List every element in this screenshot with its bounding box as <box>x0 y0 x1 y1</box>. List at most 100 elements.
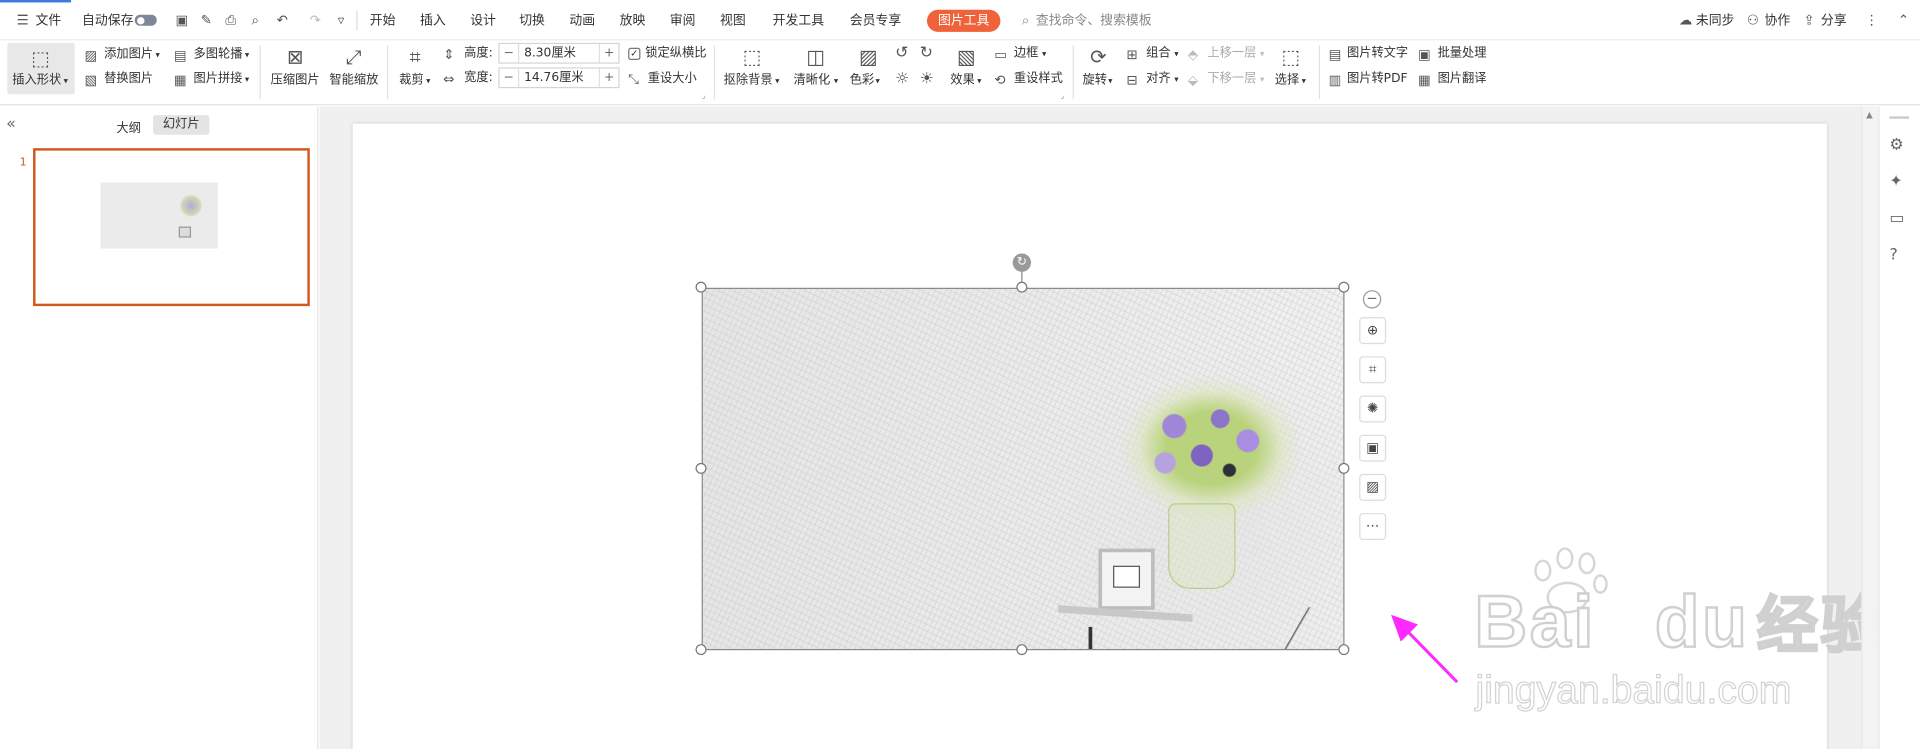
tab-slides[interactable]: 幻灯片 <box>153 115 210 135</box>
border-button[interactable]: 边框 <box>1014 45 1038 62</box>
collab-button[interactable]: 协作 <box>1765 11 1791 31</box>
send-backward-button[interactable]: 下移一层 <box>1207 71 1256 88</box>
selected-picture[interactable] <box>701 287 1345 651</box>
image-to-text-button[interactable]: 图片转文字 <box>1347 45 1408 62</box>
tab-slideshow[interactable]: 放映 <box>620 11 646 31</box>
align-button[interactable]: 对齐 <box>1146 71 1170 88</box>
pin-icon[interactable]: ✦ <box>1889 173 1902 191</box>
increase-height-button[interactable]: + <box>598 44 619 63</box>
slide-thumbnail[interactable] <box>33 148 310 307</box>
height-value[interactable]: 8.30厘米 <box>524 44 576 62</box>
fill-pattern-icon[interactable]: ▨ <box>1359 473 1387 501</box>
width-value[interactable]: 14.76厘米 <box>524 69 584 87</box>
effect-button[interactable]: 效果 <box>950 72 974 89</box>
tab-start[interactable]: 开始 <box>370 11 396 31</box>
add-image-button[interactable]: 添加图片 <box>104 47 153 64</box>
tab-member[interactable]: 会员专享 <box>850 11 901 31</box>
tab-view[interactable]: 视图 <box>720 11 746 31</box>
replace-image-button[interactable]: 替换图片 <box>104 71 153 88</box>
search-command-input[interactable]: 查找命令、搜索模板 <box>1036 11 1152 31</box>
image-swap-icon[interactable]: ▣ <box>1359 434 1387 462</box>
zoom-in-icon[interactable]: ⊕ <box>1359 317 1387 345</box>
resize-handle-se[interactable] <box>1338 644 1350 656</box>
resize-handle-sw[interactable] <box>695 644 707 656</box>
tab-transition[interactable]: 切换 <box>519 11 545 31</box>
smart-zoom-button[interactable]: 智能缩放 <box>329 72 378 89</box>
resize-handle-ne[interactable] <box>1338 281 1350 293</box>
compress-image-button[interactable]: 压缩图片 <box>271 72 320 89</box>
tab-animation[interactable]: 动画 <box>569 11 595 31</box>
undo-icon[interactable]: ↶ <box>274 12 290 28</box>
help-icon[interactable]: ? <box>1889 246 1897 264</box>
more-options-icon[interactable]: ⋮ <box>1864 12 1880 28</box>
image-to-pdf-button[interactable]: 图片转PDF <box>1347 71 1408 88</box>
rotate-right-icon[interactable]: ↻ <box>920 44 933 62</box>
width-stepper[interactable]: − 14.76厘米 + <box>498 67 620 89</box>
more-horizontal-icon[interactable]: ⋯ <box>1359 513 1387 541</box>
comment-icon[interactable]: ▭ <box>1889 209 1904 227</box>
resize-handle-w[interactable] <box>695 462 707 474</box>
reset-size-button[interactable]: 重设大小 <box>648 71 697 88</box>
lock-ratio-label[interactable]: 锁定纵横比 <box>645 45 706 62</box>
image-translate-button[interactable]: 图片翻译 <box>1438 71 1487 88</box>
rotate-handle-icon[interactable]: ↻ <box>1012 253 1032 272</box>
tab-review[interactable]: 审阅 <box>670 11 696 31</box>
width-label: 宽度: <box>464 71 493 85</box>
tab-developer[interactable]: 开发工具 <box>773 11 824 31</box>
print-preview-icon[interactable]: ⌕ <box>247 12 263 28</box>
idea-bulb-icon[interactable]: ✺ <box>1359 395 1387 423</box>
thumbnail-image <box>100 182 218 249</box>
unsync-button[interactable]: 未同步 <box>1696 11 1735 31</box>
decrease-height-button[interactable]: − <box>500 44 520 63</box>
dialog-launcher-icon[interactable]: ⌟ <box>702 87 706 104</box>
color-button[interactable]: 色彩 <box>850 72 874 89</box>
resize-handle-nw[interactable] <box>695 281 707 293</box>
bring-forward-button[interactable]: 上移一层 <box>1207 45 1256 62</box>
print-icon[interactable]: ⎙ <box>223 12 239 28</box>
increase-width-button[interactable]: + <box>598 68 619 87</box>
format-painter-icon[interactable]: ✎ <box>198 12 214 28</box>
height-stepper[interactable]: − 8.30厘米 + <box>498 42 620 64</box>
height-icon: ⇕ <box>443 46 455 63</box>
batch-process-button[interactable]: 批量处理 <box>1438 45 1487 62</box>
hamburger-icon[interactable]: ☰ <box>15 12 31 28</box>
autosave-toggle[interactable] <box>134 14 157 26</box>
select-button[interactable]: 选择 <box>1275 72 1299 89</box>
share-button[interactable]: 分享 <box>1821 11 1847 31</box>
insert-shape-button[interactable]: ⬚ 插入形状 ▾ <box>7 42 75 95</box>
collapse-panel-icon[interactable]: « <box>6 115 16 133</box>
sharpen-button[interactable]: 清晰化 <box>793 72 830 89</box>
image-stitch-button[interactable]: 图片拼接 <box>193 71 242 88</box>
crop-quick-icon[interactable]: ⌗ <box>1359 356 1387 384</box>
resize-handle-n[interactable] <box>1016 281 1028 293</box>
group-button[interactable]: 组合 <box>1146 45 1170 62</box>
more-quick-icon[interactable]: ▿ <box>333 12 349 28</box>
multi-image-carousel-button[interactable]: 多图轮播 <box>193 47 242 64</box>
lock-ratio-checkbox[interactable]: ✓ <box>628 47 641 61</box>
brightness-up-icon[interactable]: ☼ <box>895 70 909 88</box>
resize-handle-e[interactable] <box>1338 462 1350 474</box>
tab-insert[interactable]: 插入 <box>420 11 446 31</box>
vertical-scrollbar[interactable]: ▲ <box>1861 106 1879 749</box>
app-window: ☰ 文件 自动保存 ▣ ✎ ⎙ ⌕ ↶ ↷ ▿ 开始 插入 设计 切换 动画 放… <box>0 0 1920 749</box>
rotate-button[interactable]: 旋转 <box>1082 72 1106 89</box>
reset-style-button[interactable]: 重设样式 <box>1014 71 1063 88</box>
remove-background-button[interactable]: 抠除背景 <box>724 72 773 89</box>
resize-handle-s[interactable] <box>1016 644 1028 656</box>
save-icon[interactable]: ▣ <box>174 12 190 28</box>
tab-design[interactable]: 设计 <box>470 11 496 31</box>
collapse-float-icon[interactable]: − <box>1362 290 1382 309</box>
tab-outline[interactable]: 大纲 <box>116 118 140 135</box>
decrease-width-button[interactable]: − <box>500 68 520 87</box>
image-to-pdf-icon: ▥ <box>1328 72 1342 89</box>
rotate-left-icon[interactable]: ↺ <box>895 44 908 62</box>
file-menu[interactable]: 文件 <box>36 11 62 31</box>
collapse-ribbon-icon[interactable]: ⌃ <box>1896 12 1912 28</box>
scroll-up-icon[interactable]: ▲ <box>1866 110 1873 120</box>
tab-picture-tools[interactable]: 图片工具 <box>926 9 1001 32</box>
crop-button[interactable]: 裁剪 <box>399 72 423 89</box>
brightness-down-icon[interactable]: ☀ <box>920 70 934 88</box>
redo-icon[interactable]: ↷ <box>307 12 323 28</box>
properties-icon[interactable]: ⚙ <box>1889 136 1903 154</box>
dialog-launcher-icon[interactable]: ⌟ <box>1060 87 1064 104</box>
